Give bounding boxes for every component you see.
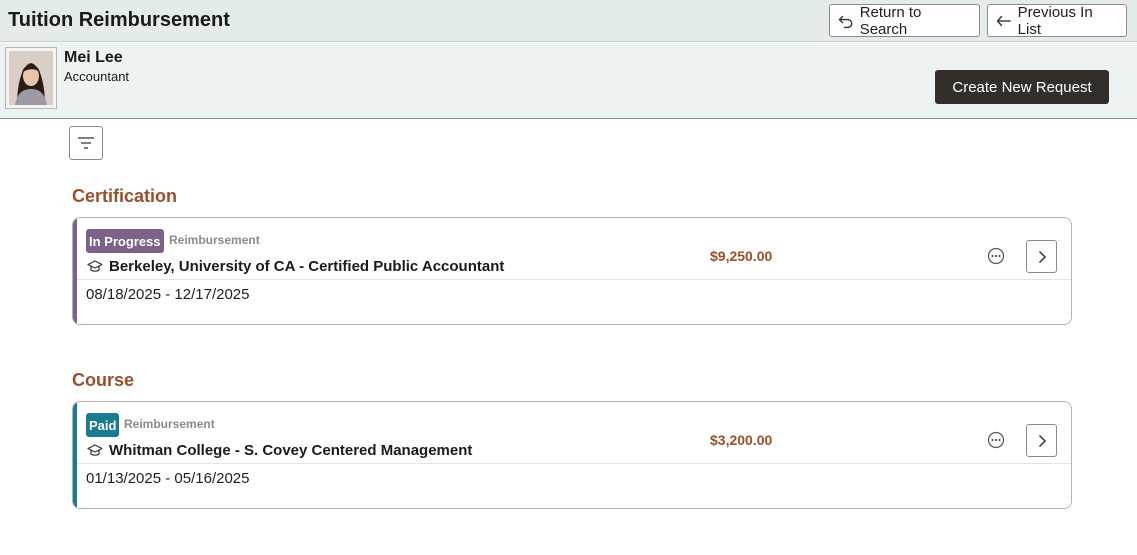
- filter-icon: [78, 137, 94, 149]
- graduation-cap-icon: [87, 260, 103, 272]
- open-request-button[interactable]: [1026, 240, 1057, 273]
- chevron-right-icon: [1038, 434, 1046, 447]
- graduation-cap-icon: [87, 444, 103, 456]
- status-badge: In Progress: [86, 229, 164, 253]
- employee-header: Mei Lee Accountant Create New Request: [0, 43, 1137, 119]
- previous-in-list-label: Previous In List: [1017, 3, 1093, 38]
- section-title-course: Course: [72, 370, 135, 390]
- divider: [77, 463, 1071, 464]
- status-stripe: [73, 218, 77, 324]
- person-photo: [9, 51, 53, 105]
- employee-role: Accountant: [64, 69, 130, 84]
- previous-in-list-button[interactable]: Previous In List: [987, 3, 1127, 38]
- open-request-button[interactable]: [1026, 424, 1057, 457]
- more-options-icon[interactable]: [987, 431, 1005, 449]
- school-program: Berkeley, University of CA - Certified P…: [109, 258, 505, 275]
- page-title: Tuition Reimbursement: [8, 9, 230, 31]
- return-arrow-icon: [838, 15, 853, 28]
- request-card: In Progress Reimbursement Berkeley, Univ…: [72, 217, 1072, 325]
- filter-button[interactable]: [69, 126, 103, 160]
- employee-name: Mei Lee: [64, 49, 123, 66]
- section-title-certification: Certification: [72, 186, 178, 206]
- request-type: Reimbursement: [169, 233, 260, 247]
- divider: [77, 279, 1071, 280]
- top-bar: Tuition Reimbursement Return to Search P…: [0, 0, 1137, 42]
- request-dates: 01/13/2025 - 05/16/2025: [86, 470, 250, 487]
- chevron-right-icon: [1038, 250, 1046, 263]
- create-new-request-button[interactable]: Create New Request: [935, 70, 1109, 104]
- status-stripe: [73, 402, 77, 508]
- school-program: Whitman College - S. Covey Centered Mana…: [109, 442, 473, 459]
- more-options-icon[interactable]: [987, 247, 1005, 265]
- request-type: Reimbursement: [124, 417, 215, 431]
- return-to-search-label: Return to Search: [859, 3, 922, 38]
- status-badge: Paid: [86, 413, 120, 437]
- request-amount: $9,250.00: [710, 248, 773, 264]
- request-card: Paid Reimbursement Whitman College - S. …: [72, 401, 1072, 509]
- avatar: [5, 47, 57, 109]
- return-to-search-button[interactable]: Return to Search: [829, 3, 980, 38]
- request-dates: 08/18/2025 - 12/17/2025: [86, 286, 250, 303]
- left-arrow-icon: [996, 15, 1011, 26]
- request-amount: $3,200.00: [710, 432, 773, 448]
